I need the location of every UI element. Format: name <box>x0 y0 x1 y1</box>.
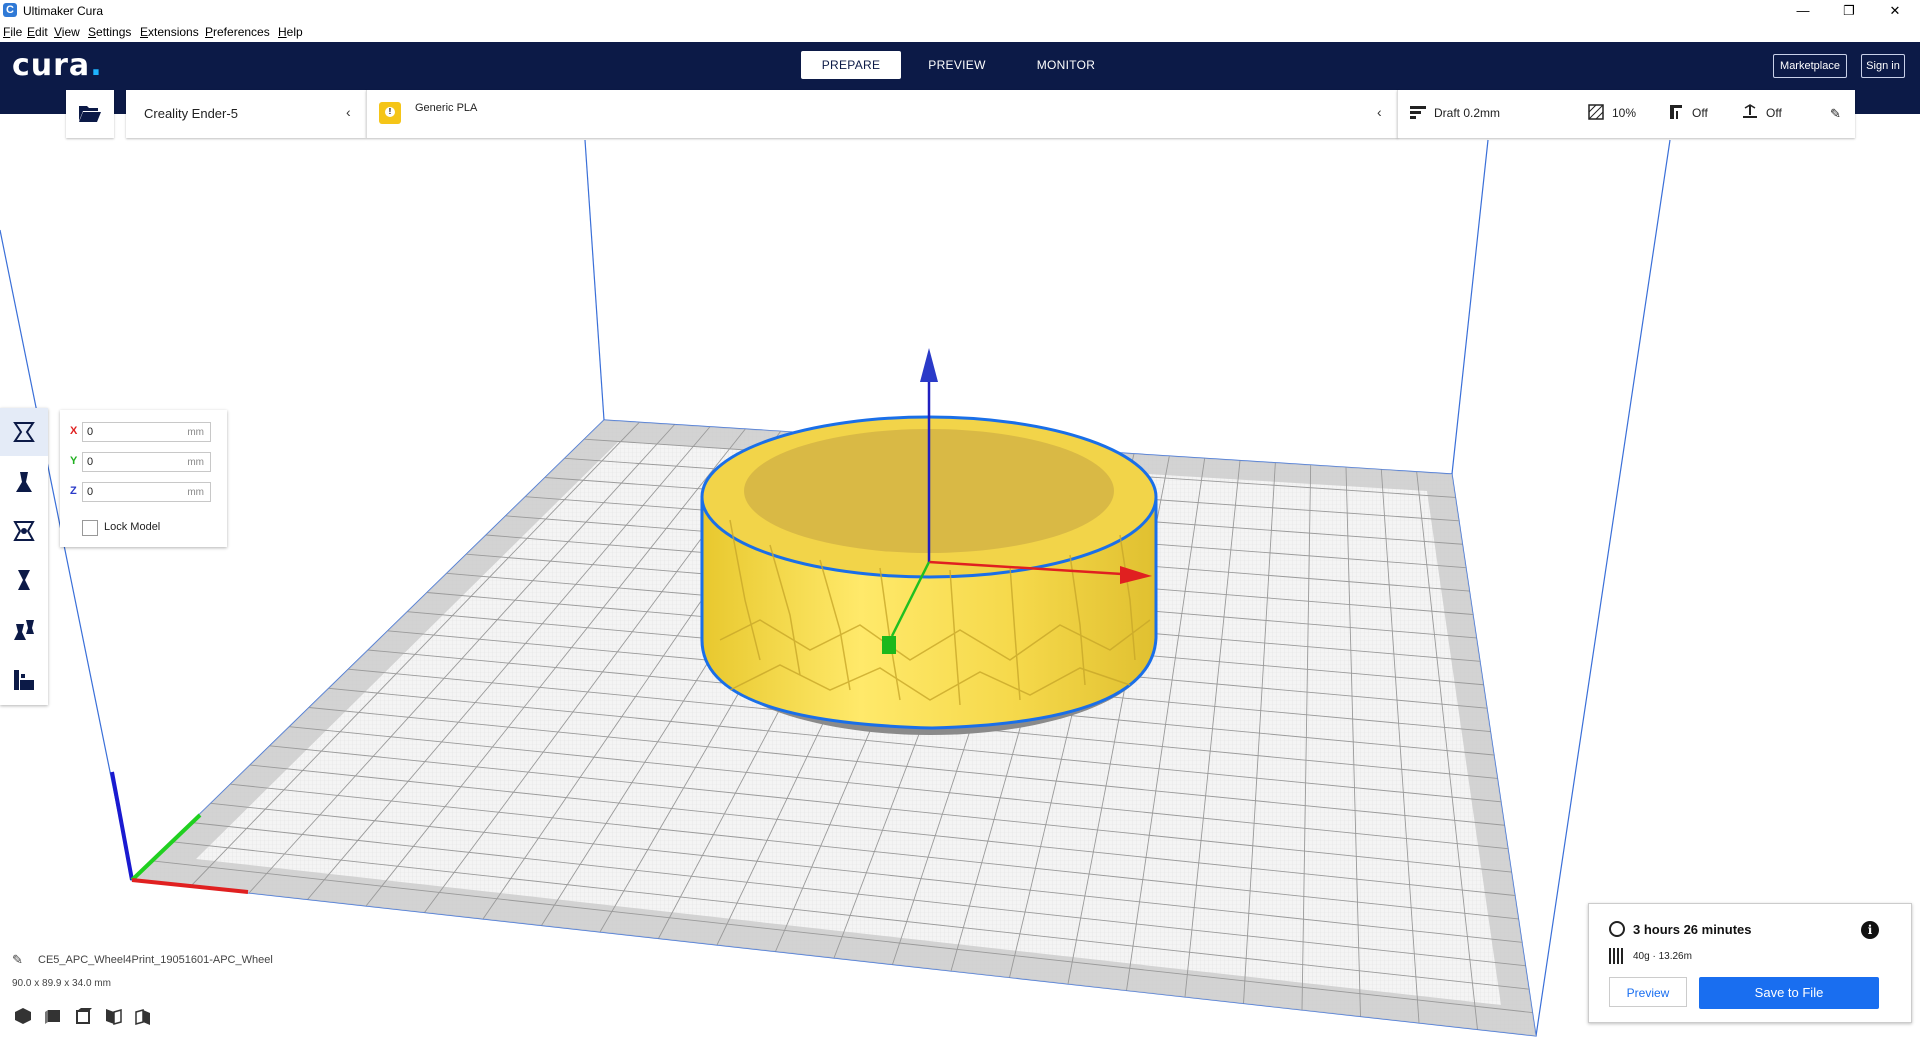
z-unit: mm <box>187 487 204 498</box>
z-label: Z <box>70 485 77 497</box>
top-settings-bar: Creality Ender-5 ‹ ! Generic PLA ‹ Draft… <box>66 90 1855 138</box>
window-title: Ultimaker Cura <box>23 4 104 18</box>
y-label: Y <box>70 455 78 467</box>
print-time: 3 hours 26 minutes <box>1633 922 1752 937</box>
move-panel: X 0 mm Y 0 mm Z 0 mm Lock Model <box>60 410 227 547</box>
spool-icon <box>1609 948 1623 964</box>
z-row: Z 0 mm <box>60 480 227 504</box>
tab-prepare[interactable]: PREPARE <box>801 51 901 79</box>
object-name: CE5_APC_Wheel4Print_19051601-APC_Wheel <box>38 954 273 966</box>
clock-icon <box>1609 921 1625 937</box>
menu-help[interactable]: Help <box>278 25 303 39</box>
mirror-tool[interactable] <box>0 556 48 604</box>
print-info-panel: 3 hours 26 minutes i 40g · 13.26m Previe… <box>1588 903 1912 1023</box>
support-blocker-tool[interactable] <box>0 656 48 704</box>
rotate-tool[interactable] <box>0 507 48 555</box>
cura-app-icon: C <box>3 3 17 17</box>
per-model-settings-tool[interactable] <box>0 606 48 654</box>
restore-button[interactable]: ❐ <box>1826 0 1872 22</box>
cura-logo: cura. <box>12 48 103 83</box>
lock-model-checkbox[interactable] <box>82 520 98 536</box>
menu-extensions[interactable]: Extensions <box>140 25 199 39</box>
main-header: cura. PREPARE PREVIEW MONITOR Marketplac… <box>0 42 1920 90</box>
info-icon[interactable]: i <box>1861 921 1879 939</box>
printer-selector[interactable]: Creality Ender-5 ‹ <box>126 90 366 138</box>
menu-bar: File Edit View Settings Extensions Prefe… <box>0 22 1920 42</box>
folder-open-icon <box>79 106 101 122</box>
chevron-left-icon: ‹ <box>346 104 351 120</box>
close-button[interactable]: ✕ <box>1872 0 1918 22</box>
menu-edit[interactable]: Edit <box>27 25 48 39</box>
menu-preferences[interactable]: Preferences <box>205 25 270 39</box>
chevron-left-icon: ‹ <box>1377 104 1382 120</box>
menu-file[interactable]: File <box>3 25 22 39</box>
3d-view-icon[interactable] <box>12 1005 34 1027</box>
top-view-icon[interactable] <box>72 1005 94 1027</box>
profile-name: Draft 0.2mm <box>1434 106 1501 120</box>
front-view-icon[interactable] <box>42 1005 64 1027</box>
support-blocker-icon <box>14 670 34 690</box>
x-value: 0 <box>87 426 94 438</box>
save-to-file-button[interactable]: Save to File <box>1699 977 1879 1009</box>
infill-icon <box>1588 104 1604 120</box>
sign-in-button[interactable]: Sign in <box>1861 54 1905 78</box>
mirror-tool-icon <box>18 570 30 590</box>
y-row: Y 0 mm <box>60 450 227 474</box>
3d-viewport[interactable]: X 0 mm Y 0 mm Z 0 mm Lock Model ✎ CE5_AP… <box>0 114 1920 1041</box>
move-tool-icon <box>13 422 35 442</box>
scale-tool-icon <box>16 472 32 492</box>
open-file-button[interactable] <box>66 90 114 138</box>
menu-view[interactable]: View <box>54 25 80 39</box>
scale-tool[interactable] <box>0 458 48 506</box>
z-input[interactable]: 0 mm <box>82 482 211 502</box>
right-view-icon[interactable] <box>132 1005 154 1027</box>
lock-model-label: Lock Model <box>104 521 161 533</box>
marketplace-button[interactable]: Marketplace <box>1773 54 1847 78</box>
y-value: 0 <box>87 456 94 468</box>
move-tool[interactable] <box>0 408 48 456</box>
x-input[interactable]: 0 mm <box>82 422 211 442</box>
window-titlebar: C Ultimaker Cura — ❐ ✕ <box>0 0 1920 22</box>
tab-preview[interactable]: PREVIEW <box>914 51 1000 79</box>
y-unit: mm <box>187 457 204 468</box>
x-row: X 0 mm <box>60 420 227 444</box>
minimize-button[interactable]: — <box>1780 0 1826 22</box>
material-warning-icon: ! <box>379 102 401 124</box>
menu-settings[interactable]: Settings <box>88 25 131 39</box>
pencil-icon[interactable]: ✎ <box>12 952 23 968</box>
printer-name: Creality Ender-5 <box>144 106 238 121</box>
rotate-tool-icon <box>13 521 35 541</box>
object-dimensions: 90.0 x 89.9 x 34.0 mm <box>12 978 111 989</box>
infill-value: 10% <box>1612 106 1637 120</box>
profile-icon <box>1410 106 1426 119</box>
left-view-icon[interactable] <box>102 1005 124 1027</box>
adhesion-value: Off <box>1766 106 1782 120</box>
material-usage: 40g · 13.26m <box>1633 951 1692 962</box>
x-unit: mm <box>187 427 204 438</box>
support-icon <box>1670 105 1682 119</box>
edit-settings-pencil-icon[interactable]: ✎ <box>1830 106 1841 122</box>
per-model-settings-icon <box>14 620 34 640</box>
y-input[interactable]: 0 mm <box>82 452 211 472</box>
print-settings-selector[interactable]: Draft 0.2mm 10% Off Off ✎ <box>1397 90 1855 138</box>
adhesion-icon <box>1743 104 1757 118</box>
material-name: Generic PLA <box>415 102 478 114</box>
z-value: 0 <box>87 486 94 498</box>
support-value: Off <box>1692 106 1708 120</box>
x-label: X <box>70 425 78 437</box>
material-selector[interactable]: ! Generic PLA ‹ <box>366 90 1398 138</box>
preview-button[interactable]: Preview <box>1609 977 1687 1007</box>
tool-sidebar <box>0 408 48 705</box>
tab-monitor[interactable]: MONITOR <box>1020 51 1112 79</box>
